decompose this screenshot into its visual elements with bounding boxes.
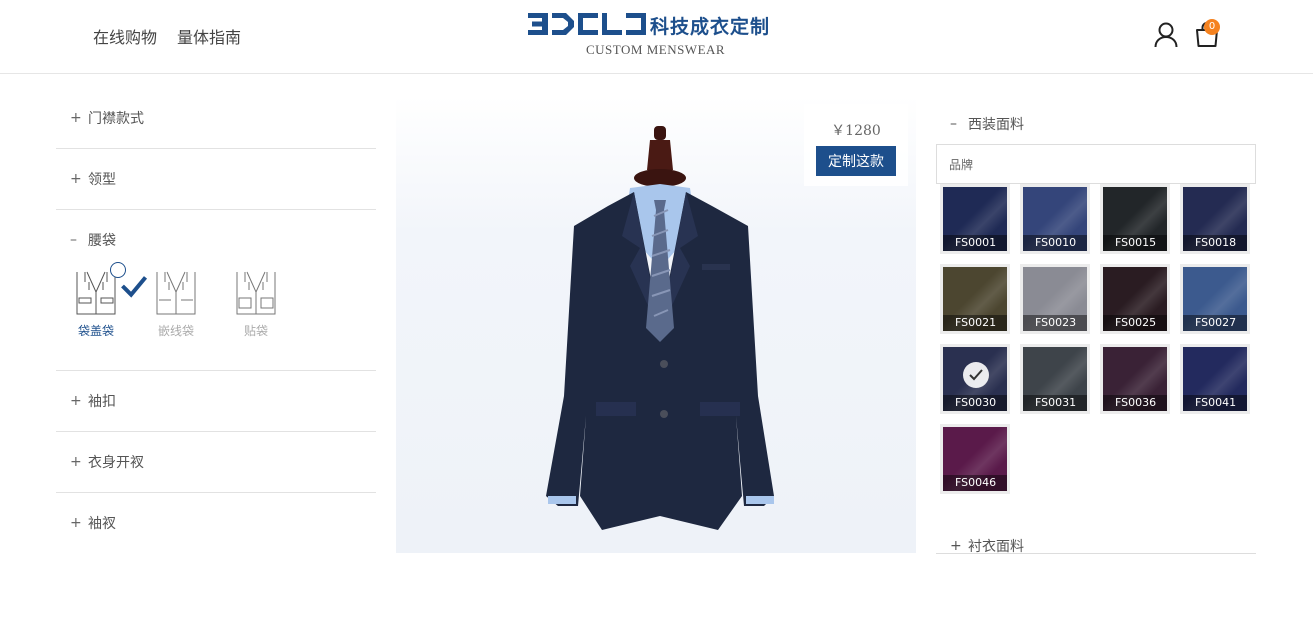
brand-logo[interactable]: 科技成衣定制 CUSTOM MENSWEAR: [528, 12, 788, 62]
fabric-code: FS0031: [1023, 395, 1087, 411]
fabric-code: FS0027: [1183, 315, 1247, 331]
fabric-swatch[interactable]: FS0015: [1100, 184, 1170, 254]
jetted-pocket-jacket-icon: [156, 271, 196, 315]
fabric-swatch[interactable]: FS0046: [940, 424, 1010, 494]
section-label: 西装面料: [968, 117, 1024, 133]
option-label: 嵌线袋: [157, 324, 194, 338]
customize-button[interactable]: 定制这款: [816, 146, 896, 176]
fabric-panel: – 西装面料 品牌 FS0001 FS0010 FS0015 FS0018 FS0021…: [936, 104, 1256, 554]
fabric-texture: FS0025: [1103, 267, 1167, 331]
fabric-texture: FS0036: [1103, 347, 1167, 411]
fabric-swatch[interactable]: FS0027: [1180, 264, 1250, 334]
expand-plus-icon: +: [70, 171, 82, 187]
selected-check-icon: [963, 362, 989, 388]
price-label: ￥1280: [831, 123, 881, 139]
section-placket: + 门襟款式: [56, 88, 376, 149]
shirt-fabric-header[interactable]: + 衬衣面料: [936, 526, 1256, 566]
section-header-waist-pocket[interactable]: – 腰袋: [56, 210, 376, 270]
style-options-panel: + 门襟款式 + 领型 – 腰袋 袋盖袋 嵌线袋 贴袋 + 袖扣 + 衣身开衩 …: [56, 88, 376, 553]
section-header-placket[interactable]: + 门襟款式: [56, 88, 376, 148]
section-label: 衬衣面料: [968, 539, 1024, 555]
section-header-sleeve-vent[interactable]: + 袖衩: [56, 493, 376, 553]
section-header-lapel[interactable]: + 领型: [56, 149, 376, 209]
cart-count-badge: 0: [1204, 19, 1220, 35]
section-header-vent[interactable]: + 衣身开衩: [56, 432, 376, 492]
fabric-code: FS0036: [1103, 395, 1167, 411]
fabric-swatch[interactable]: FS0036: [1100, 344, 1170, 414]
fabric-texture: FS0015: [1103, 187, 1167, 251]
section-label: 袖扣: [88, 394, 116, 410]
pocket-option-patch[interactable]: 贴袋: [226, 270, 286, 339]
fabric-swatch[interactable]: FS0001: [940, 184, 1010, 254]
fabric-code: FS0018: [1183, 235, 1247, 251]
fabric-texture: FS0018: [1183, 187, 1247, 251]
expand-plus-icon: +: [70, 515, 82, 531]
fabric-swatch[interactable]: FS0030: [940, 344, 1010, 414]
collapse-minus-icon: –: [70, 232, 77, 248]
section-sleeve-button: + 袖扣: [56, 371, 376, 432]
section-label: 腰袋: [88, 233, 116, 249]
logo-chinese-text: 科技成衣定制: [650, 16, 771, 38]
fabric-swatch[interactable]: FS0041: [1180, 344, 1250, 414]
fabric-swatch[interactable]: FS0025: [1100, 264, 1170, 334]
expand-plus-icon: +: [950, 538, 962, 554]
fabric-texture: FS0010: [1023, 187, 1087, 251]
fabric-code: FS0030: [943, 395, 1007, 411]
section-label: 领型: [88, 172, 116, 188]
section-header-sleeve-button[interactable]: + 袖扣: [56, 371, 376, 431]
fabric-code: FS0025: [1103, 315, 1167, 331]
fabric-code: FS0046: [943, 475, 1007, 491]
fabric-texture: FS0031: [1023, 347, 1087, 411]
nav-measure-guide[interactable]: 量体指南: [177, 24, 241, 48]
section-label: 衣身开衩: [88, 455, 144, 471]
fabric-texture: FS0021: [943, 267, 1007, 331]
option-label: 贴袋: [243, 324, 268, 338]
pocket-option-flap[interactable]: 袋盖袋: [66, 262, 148, 339]
expand-plus-icon: +: [70, 454, 82, 470]
fabric-swatch[interactable]: FS0010: [1020, 184, 1090, 254]
user-icon[interactable]: [1154, 22, 1178, 48]
fabric-swatch[interactable]: FS0018: [1180, 184, 1250, 254]
fabric-texture: FS0030: [943, 347, 1007, 411]
selected-check-icon: [110, 262, 148, 298]
section-sleeve-vent: + 袖衩: [56, 493, 376, 553]
brand-label: 品牌: [949, 157, 974, 172]
section-label: 袖衩: [88, 516, 116, 532]
fabric-code: FS0015: [1103, 235, 1167, 251]
fabric-code: FS0023: [1023, 315, 1087, 331]
fabric-code: FS0001: [943, 235, 1007, 251]
section-waist-pocket: – 腰袋 袋盖袋 嵌线袋 贴袋: [56, 210, 376, 371]
brand-filter[interactable]: 品牌: [936, 144, 1256, 184]
patch-pocket-jacket-icon: [236, 271, 276, 315]
section-lapel: + 领型: [56, 149, 376, 210]
fabric-texture: FS0046: [943, 427, 1007, 491]
nav-online-shop[interactable]: 在线购物: [93, 24, 157, 48]
section-label: 门襟款式: [88, 111, 144, 127]
main-nav: 在线购物 量体指南: [93, 24, 241, 48]
fabric-code: FS0021: [943, 315, 1007, 331]
section-vent: + 衣身开衩: [56, 432, 376, 493]
fabric-swatch[interactable]: FS0023: [1020, 264, 1090, 334]
logo-english-text: CUSTOM MENSWEAR: [586, 42, 726, 57]
suit-fabric-header[interactable]: – 西装面料: [936, 104, 1256, 144]
expand-plus-icon: +: [70, 110, 82, 126]
pocket-options: 袋盖袋 嵌线袋 贴袋: [56, 262, 376, 370]
collapse-minus-icon: –: [950, 116, 957, 132]
fabric-swatch-grid: FS0001 FS0010 FS0015 FS0018 FS0021 FS0023 FS00…: [936, 184, 1256, 554]
expand-plus-icon: +: [70, 393, 82, 409]
fabric-texture: FS0001: [943, 187, 1007, 251]
top-header: 在线购物 量体指南 科技成衣定制 CUSTOM MENSWEAR 0: [0, 0, 1313, 74]
fabric-swatch[interactable]: FS0031: [1020, 344, 1090, 414]
fabric-code: FS0041: [1183, 395, 1247, 411]
fabric-texture: FS0023: [1023, 267, 1087, 331]
pocket-option-jetted[interactable]: 嵌线袋: [146, 270, 206, 339]
option-label: 袋盖袋: [77, 324, 114, 338]
logo-mark: [528, 13, 646, 35]
fabric-swatch[interactable]: FS0021: [940, 264, 1010, 334]
shirt-fabric-section: + 衬衣面料: [936, 526, 1256, 566]
fabric-texture: FS0041: [1183, 347, 1247, 411]
fabric-texture: FS0027: [1183, 267, 1247, 331]
fabric-code: FS0010: [1023, 235, 1087, 251]
